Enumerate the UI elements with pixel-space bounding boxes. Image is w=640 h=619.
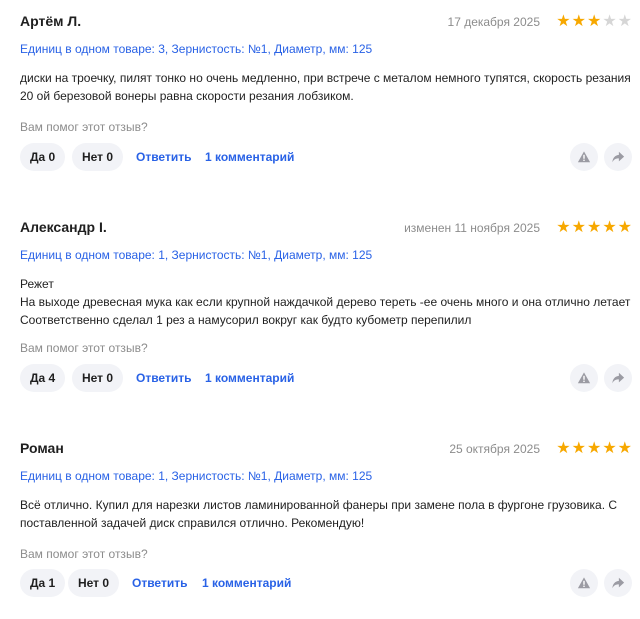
- helpful-prompt: Вам помог этот отзыв?: [20, 120, 148, 134]
- review-header: Александр I. изменен 11 ноября 2025 ★★★★…: [20, 219, 640, 239]
- share-arrow-icon: [612, 151, 625, 163]
- helpful-prompt: Вам помог этот отзыв?: [20, 341, 148, 355]
- star-filled-icon: ★: [586, 440, 603, 457]
- reviews-list: Артём Л. 17 декабря 2025 ★★★★★ Единиц в …: [0, 0, 640, 619]
- vote-no-button[interactable]: Нет 0: [72, 143, 124, 171]
- rating-stars: ★★★★★: [556, 438, 633, 458]
- star-filled-icon: ★: [556, 219, 572, 236]
- review-text: Режет На выходе древесная мука как если …: [20, 277, 631, 327]
- review-header: Артём Л. 17 декабря 2025 ★★★★★: [20, 13, 640, 33]
- review-variant[interactable]: Единиц в одном товаре: 1, Зернистость: №…: [20, 469, 372, 483]
- star-filled-icon: ★: [556, 440, 572, 457]
- reply-link[interactable]: Ответить: [136, 143, 191, 171]
- review-variant[interactable]: Единиц в одном товаре: 1, Зернистость: №…: [20, 248, 372, 262]
- vote-yes-button[interactable]: Да 1: [20, 569, 66, 597]
- warning-icon: [577, 151, 591, 163]
- star-empty-icon: ★: [602, 13, 618, 30]
- share-button[interactable]: [604, 569, 632, 597]
- review-text: Всё отлично. Купил для нарезки листов ла…: [20, 498, 618, 530]
- comments-link[interactable]: 1 комментарий: [202, 569, 291, 597]
- star-filled-icon: ★: [556, 13, 572, 30]
- review-date: изменен 11 ноября 2025: [404, 221, 540, 235]
- warning-icon: [577, 577, 591, 589]
- vote-no-button[interactable]: Нет 0: [68, 569, 120, 597]
- comments-link[interactable]: 1 комментарий: [205, 143, 294, 171]
- share-arrow-icon: [612, 577, 625, 589]
- review-author: Александр I.: [20, 219, 107, 235]
- rating-stars: ★★★★★: [556, 11, 633, 31]
- star-filled-icon: ★: [586, 219, 603, 236]
- review-header: Роман 25 октября 2025 ★★★★★: [20, 440, 640, 460]
- review-author: Артём Л.: [20, 13, 82, 29]
- report-button[interactable]: [570, 569, 598, 597]
- review-text: диски на троечку, пилят тонко но очень м…: [20, 71, 631, 103]
- helpful-prompt: Вам помог этот отзыв?: [20, 547, 148, 561]
- share-button[interactable]: [604, 143, 632, 171]
- star-filled-icon: ★: [602, 219, 618, 236]
- report-button[interactable]: [570, 143, 598, 171]
- share-button[interactable]: [604, 364, 632, 392]
- warning-icon: [577, 372, 591, 384]
- star-filled-icon: ★: [617, 440, 633, 457]
- reply-link[interactable]: Ответить: [132, 569, 187, 597]
- rating-stars: ★★★★★: [556, 217, 633, 237]
- review-actions: Да 4 Нет 0 Ответить 1 комментарий: [20, 364, 632, 392]
- vote-yes-button[interactable]: Да 4: [20, 364, 66, 392]
- review-variant[interactable]: Единиц в одном товаре: 3, Зернистость: №…: [20, 42, 372, 56]
- review-date: 25 октября 2025: [449, 442, 540, 456]
- review-actions: Да 1 Нет 0 Ответить 1 комментарий: [20, 569, 632, 597]
- share-arrow-icon: [612, 372, 625, 384]
- star-empty-icon: ★: [617, 13, 633, 30]
- star-filled-icon: ★: [571, 440, 587, 457]
- star-filled-icon: ★: [586, 13, 603, 30]
- star-filled-icon: ★: [617, 219, 633, 236]
- vote-no-button[interactable]: Нет 0: [72, 364, 124, 392]
- review-actions: Да 0 Нет 0 Ответить 1 комментарий: [20, 143, 632, 171]
- comments-link[interactable]: 1 комментарий: [205, 364, 294, 392]
- review-author: Роман: [20, 440, 64, 456]
- review-date: 17 декабря 2025: [447, 15, 540, 29]
- star-filled-icon: ★: [602, 440, 618, 457]
- reply-link[interactable]: Ответить: [136, 364, 191, 392]
- vote-yes-button[interactable]: Да 0: [20, 143, 66, 171]
- star-filled-icon: ★: [571, 219, 587, 236]
- star-filled-icon: ★: [571, 13, 587, 30]
- report-button[interactable]: [570, 364, 598, 392]
